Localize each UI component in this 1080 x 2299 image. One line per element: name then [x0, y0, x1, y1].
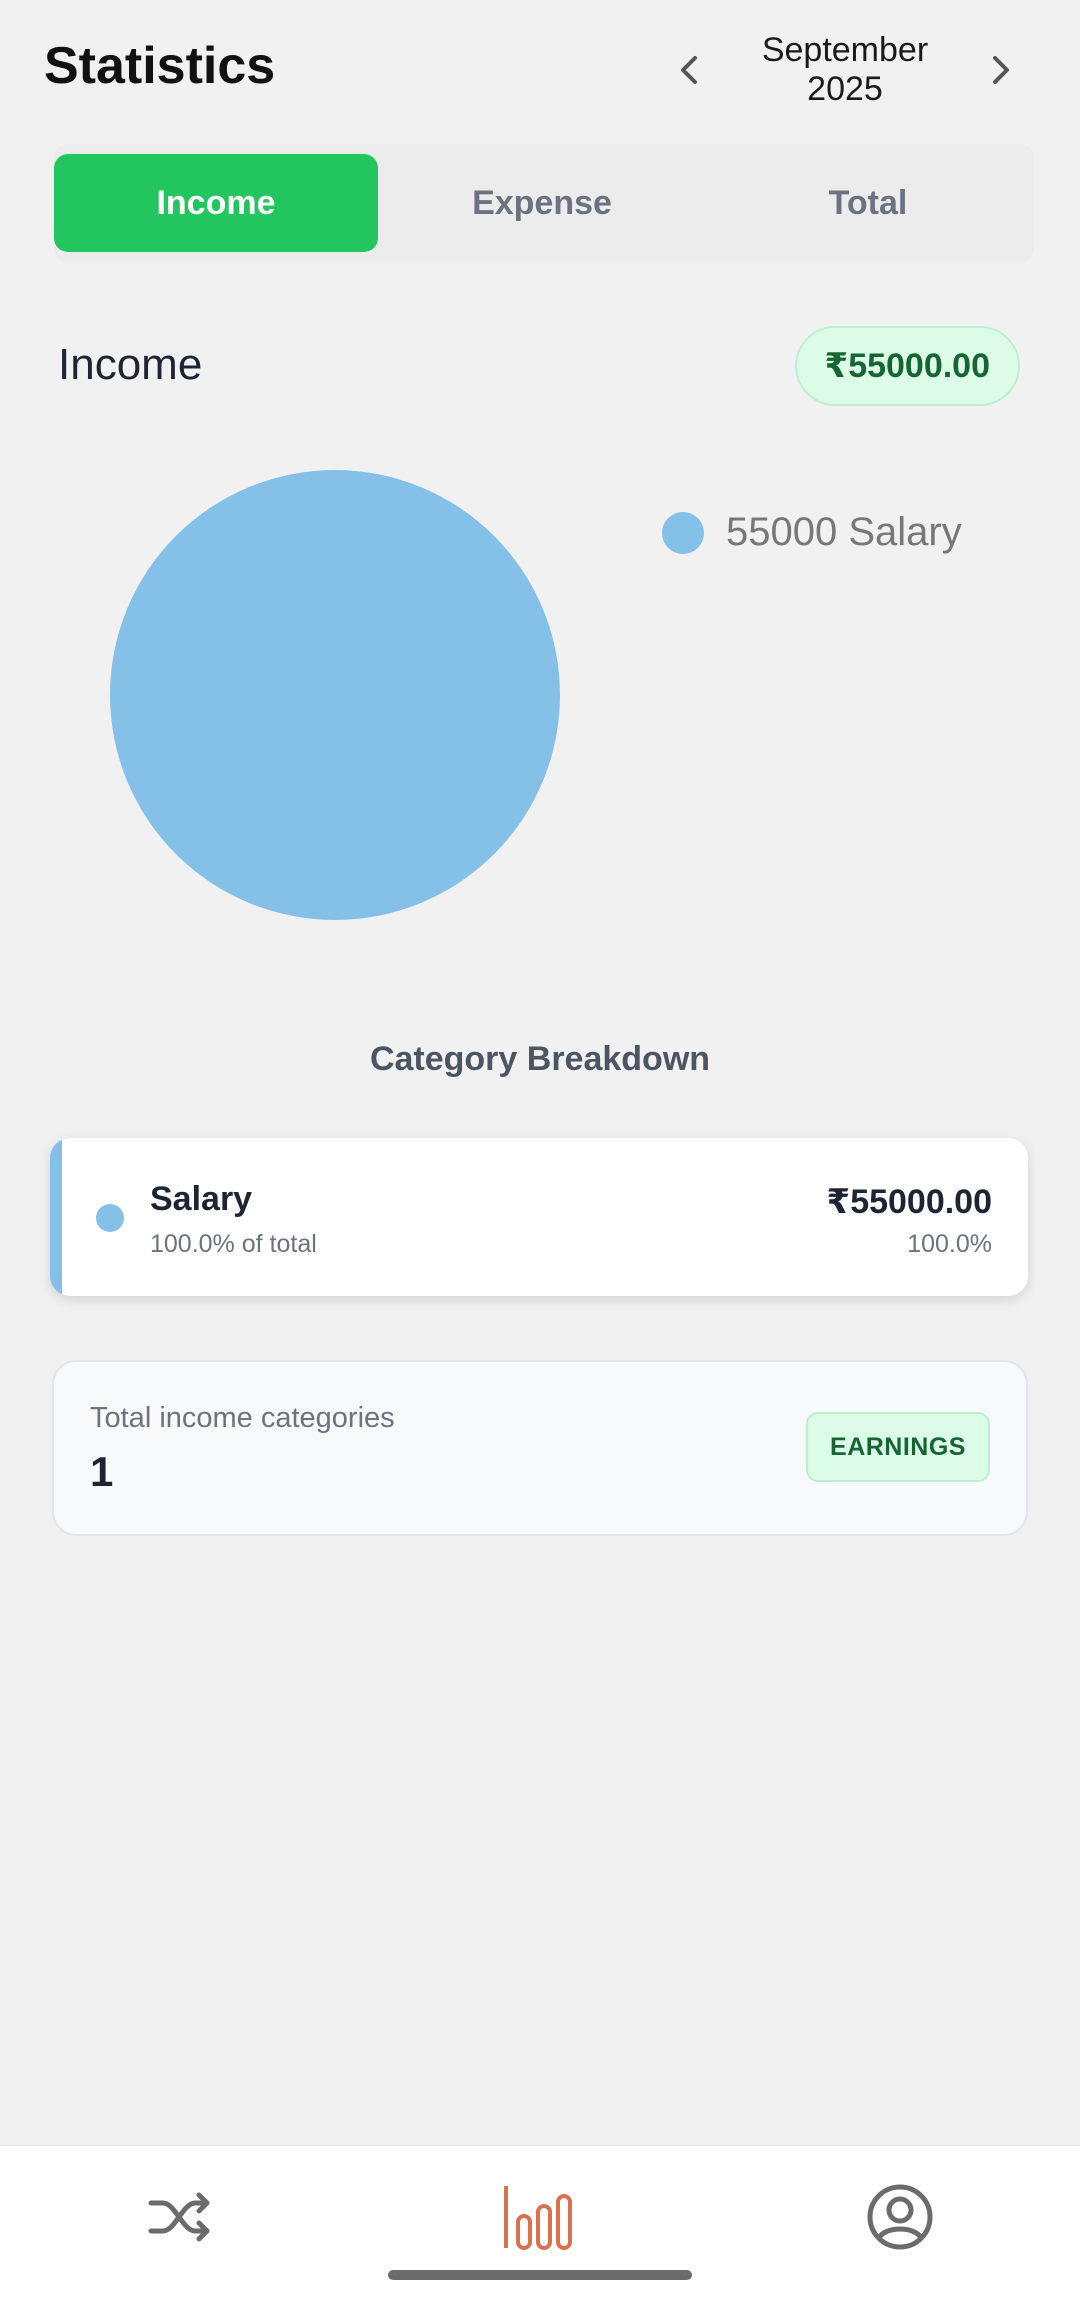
pie-chart-canvas: [110, 470, 560, 920]
previous-month-button[interactable]: [660, 40, 720, 100]
categories-summary-card: Total income categories 1 EARNINGS: [52, 1360, 1028, 1536]
month-navigator: September 2025: [660, 31, 1030, 108]
category-card[interactable]: Salary 100.0% of total ₹55000.00 100.0%: [50, 1138, 1028, 1296]
statistics-screen: Statistics September 2025 Income Expense…: [0, 0, 1080, 2299]
chevron-right-icon: [993, 56, 1009, 84]
profile-icon: [867, 2184, 933, 2250]
chevron-left-icon: [681, 56, 697, 84]
home-indicator: [388, 2270, 692, 2280]
page-title: Statistics: [44, 37, 276, 95]
nav-transactions[interactable]: [130, 2172, 230, 2262]
pie-slice-salary: [110, 470, 560, 920]
current-month-label: September 2025: [761, 31, 929, 108]
summary-count: 1: [90, 1448, 114, 1495]
category-color-bar: [50, 1138, 62, 1296]
chart-legend: 55000 Salary: [662, 510, 962, 555]
category-amount: ₹55000.00: [826, 1183, 992, 1221]
tab-expense[interactable]: Expense: [380, 154, 704, 252]
bottom-navigation: [0, 2145, 1080, 2299]
section-heading: Income: [58, 340, 203, 389]
category-share: 100.0% of total: [150, 1230, 317, 1258]
total-amount-badge: ₹55000.00: [794, 326, 1020, 406]
summary-label: Total income categories: [90, 1402, 395, 1434]
category-percent: 100.0%: [907, 1230, 992, 1258]
legend-swatch: [662, 511, 704, 554]
earnings-badge: EARNINGS: [806, 1412, 990, 1482]
category-color-dot: [96, 1204, 124, 1232]
category-breakdown-title: Category Breakdown: [369, 1040, 711, 1078]
legend-label: 55000 Salary: [726, 510, 962, 554]
pie-chart: 55000 Salary: [0, 440, 1080, 960]
tab-income[interactable]: Income: [54, 154, 378, 252]
statistics-type-tabs: Income Expense Total: [54, 144, 1034, 262]
category-name: Salary: [150, 1180, 253, 1218]
next-month-button[interactable]: [970, 40, 1030, 100]
header: Statistics September 2025: [0, 0, 1080, 140]
bar-chart-icon: [504, 2186, 572, 2250]
shuffle-icon: [148, 2192, 210, 2242]
nav-statistics[interactable]: [490, 2172, 590, 2262]
tab-total[interactable]: Total: [706, 154, 1030, 252]
nav-profile[interactable]: [850, 2172, 950, 2262]
